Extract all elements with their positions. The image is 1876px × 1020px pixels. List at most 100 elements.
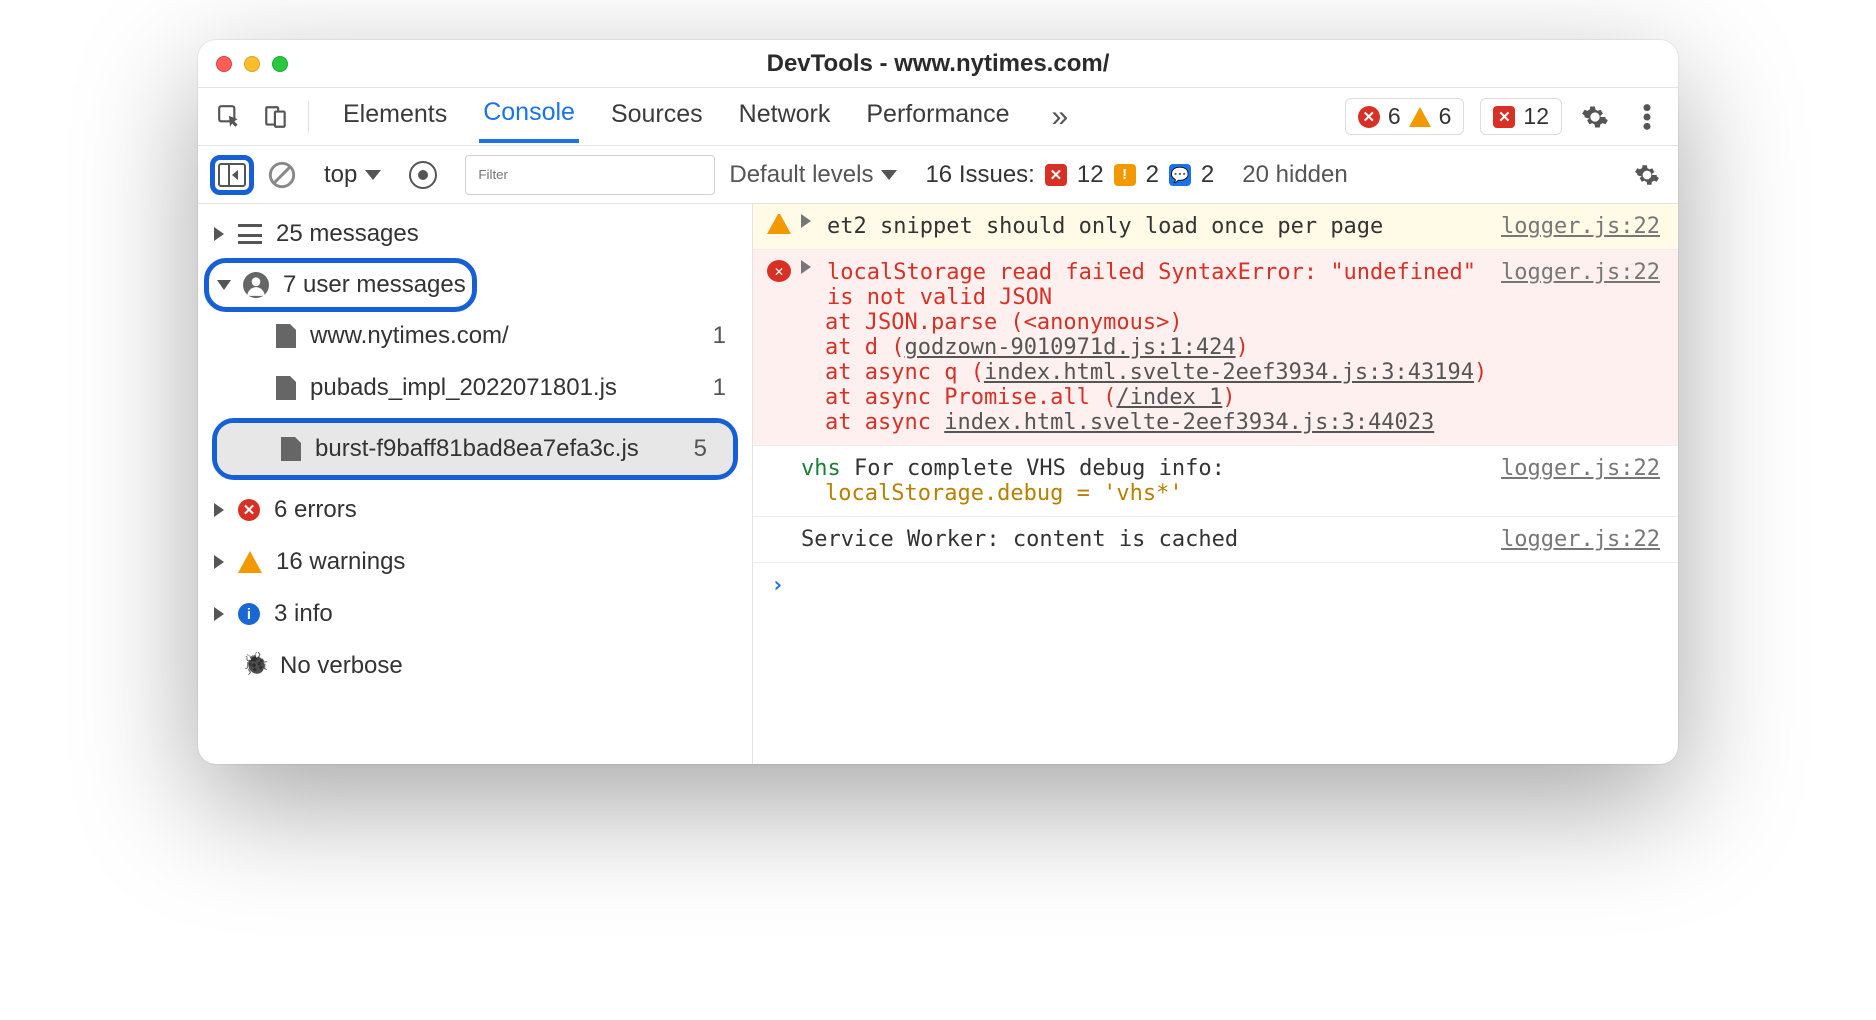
console-prompt[interactable]: › <box>753 563 1678 608</box>
filter-input[interactable] <box>465 155 715 195</box>
toggle-sidebar-button[interactable] <box>210 155 254 195</box>
window-title: DevTools - www.nytimes.com/ <box>198 50 1678 78</box>
warning-icon <box>1409 107 1431 127</box>
stack-link[interactable]: /index 1 <box>1116 385 1222 410</box>
selected-file-highlight: burst-f9baff81bad8ea7efa3c.js 5 <box>212 418 738 480</box>
expand-arrow-icon[interactable] <box>801 214 811 228</box>
tab-elements[interactable]: Elements <box>339 92 451 141</box>
issues-error-icon: ✕ <box>1045 164 1067 186</box>
extension-error-count: 12 <box>1523 103 1549 130</box>
issues-counter[interactable]: 16 Issues: ✕ 12 ! 2 💬 2 <box>925 161 1214 189</box>
more-options-icon[interactable] <box>1628 98 1666 136</box>
log-entry-info[interactable]: Service Worker: content is cached logger… <box>753 517 1678 563</box>
list-icon <box>238 224 262 244</box>
close-window-button[interactable] <box>216 56 232 72</box>
devtools-window: DevTools - www.nytimes.com/ Elements Con… <box>198 40 1678 764</box>
tab-sources[interactable]: Sources <box>607 92 707 141</box>
tab-network[interactable]: Network <box>735 92 835 141</box>
expand-arrow-icon[interactable] <box>214 555 224 569</box>
warning-count: 6 <box>1439 103 1452 130</box>
errors-label: 6 errors <box>274 496 357 524</box>
stack-line: at d (godzown-9010971d.js:1:424) <box>767 335 1660 360</box>
info-label: 3 info <box>274 600 333 628</box>
warning-icon <box>767 214 791 234</box>
device-toolbar-icon[interactable] <box>256 97 296 137</box>
console-body: 25 messages 7 user messages www.nytimes.… <box>198 204 1678 764</box>
issues-label: 16 Issues: <box>925 161 1034 189</box>
levels-label: Default levels <box>729 161 873 189</box>
expand-arrow-icon[interactable] <box>801 260 811 274</box>
log-message: vhs For complete VHS debug info: <box>801 456 1225 481</box>
log-source-link[interactable]: logger.js:22 <box>1501 527 1660 552</box>
extension-error-counter[interactable]: ✕ 12 <box>1480 98 1562 135</box>
window-controls <box>216 56 288 72</box>
sidebar-file-item-selected[interactable]: burst-f9baff81bad8ea7efa3c.js 5 <box>217 423 733 475</box>
error-warning-counter[interactable]: ✕ 6 6 <box>1345 98 1465 135</box>
stack-line: at async index.html.svelte-2eef3934.js:3… <box>767 410 1660 435</box>
user-messages-label: 7 user messages <box>283 271 466 299</box>
sidebar-file-item[interactable]: www.nytimes.com/ 1 <box>198 310 752 362</box>
settings-gear-icon[interactable] <box>1576 98 1614 136</box>
stack-link[interactable]: index.html.svelte-2eef3934.js:3:44023 <box>944 410 1434 435</box>
file-icon <box>276 376 296 400</box>
issues-info-count: 2 <box>1201 161 1214 189</box>
clear-console-icon[interactable] <box>268 161 296 189</box>
info-icon: i <box>238 603 260 625</box>
stack-link[interactable]: index.html.svelte-2eef3934.js:3:43194 <box>984 360 1474 385</box>
log-message: et2 snippet should only load once per pa… <box>827 214 1383 239</box>
tab-performance[interactable]: Performance <box>862 92 1013 141</box>
extension-error-icon: ✕ <box>1493 106 1515 128</box>
log-entry-error[interactable]: ✕ localStorage read failed SyntaxError: … <box>753 250 1678 446</box>
issues-warning-icon: ! <box>1114 164 1136 186</box>
log-code: localStorage.debug = 'vhs*' <box>767 481 1660 506</box>
hidden-count[interactable]: 20 hidden <box>1242 161 1347 189</box>
live-expression-icon[interactable] <box>409 161 437 189</box>
sidebar-file-item[interactable]: pubads_impl_2022071801.js 1 <box>198 362 752 414</box>
log-tag: vhs <box>801 456 841 481</box>
sidebar-user-messages[interactable]: 7 user messages <box>215 263 466 307</box>
inspect-element-icon[interactable] <box>210 97 250 137</box>
error-icon: ✕ <box>767 260 791 282</box>
log-entry-warning[interactable]: et2 snippet should only load once per pa… <box>753 204 1678 250</box>
log-source-link[interactable]: logger.js:22 <box>1501 260 1660 285</box>
tab-console[interactable]: Console <box>479 90 579 143</box>
expand-arrow-icon[interactable] <box>214 607 224 621</box>
log-source-link[interactable]: logger.js:22 <box>1501 456 1660 481</box>
console-settings-gear-icon[interactable] <box>1628 156 1666 194</box>
sidebar-warnings[interactable]: 16 warnings <box>198 536 752 588</box>
stack-link[interactable]: godzown-9010971d.js:1:424 <box>904 335 1235 360</box>
sidebar-info[interactable]: i 3 info <box>198 588 752 640</box>
user-icon <box>243 272 269 298</box>
error-count: 6 <box>1388 103 1401 130</box>
panel-tabs: Elements Console Sources Network Perform… <box>198 88 1678 146</box>
file-name: burst-f9baff81bad8ea7efa3c.js <box>315 435 639 463</box>
minimize-window-button[interactable] <box>244 56 260 72</box>
user-messages-highlight: 7 user messages <box>204 258 477 312</box>
warnings-label: 16 warnings <box>276 548 405 576</box>
zoom-window-button[interactable] <box>272 56 288 72</box>
file-icon <box>281 437 301 461</box>
console-log-list: et2 snippet should only load once per pa… <box>753 204 1678 764</box>
file-icon <box>276 324 296 348</box>
collapse-arrow-icon[interactable] <box>217 280 231 290</box>
sidebar-all-messages[interactable]: 25 messages <box>198 208 752 260</box>
log-level-selector[interactable]: Default levels <box>729 161 897 189</box>
log-entry-info[interactable]: vhs For complete VHS debug info: logger.… <box>753 446 1678 517</box>
sidebar-errors[interactable]: ✕ 6 errors <box>198 484 752 536</box>
context-selector[interactable]: top <box>324 161 381 189</box>
separator <box>308 101 309 133</box>
expand-arrow-icon[interactable] <box>214 503 224 517</box>
stack-line: at JSON.parse (<anonymous>) <box>767 310 1660 335</box>
more-tabs-button[interactable]: » <box>1041 100 1078 134</box>
warning-icon <box>238 551 262 573</box>
log-source-link[interactable]: logger.js:22 <box>1501 214 1660 239</box>
file-count: 5 <box>694 435 707 463</box>
stack-line: at async Promise.all (/index 1) <box>767 385 1660 410</box>
log-message: Service Worker: content is cached <box>801 527 1238 552</box>
error-icon: ✕ <box>238 499 260 521</box>
file-count: 1 <box>713 374 726 402</box>
sidebar-verbose[interactable]: No verbose <box>198 640 752 692</box>
console-toolbar: top Default levels 16 Issues: ✕ 12 ! 2 💬… <box>198 146 1678 204</box>
chevron-down-icon <box>365 170 381 180</box>
expand-arrow-icon[interactable] <box>214 227 224 241</box>
